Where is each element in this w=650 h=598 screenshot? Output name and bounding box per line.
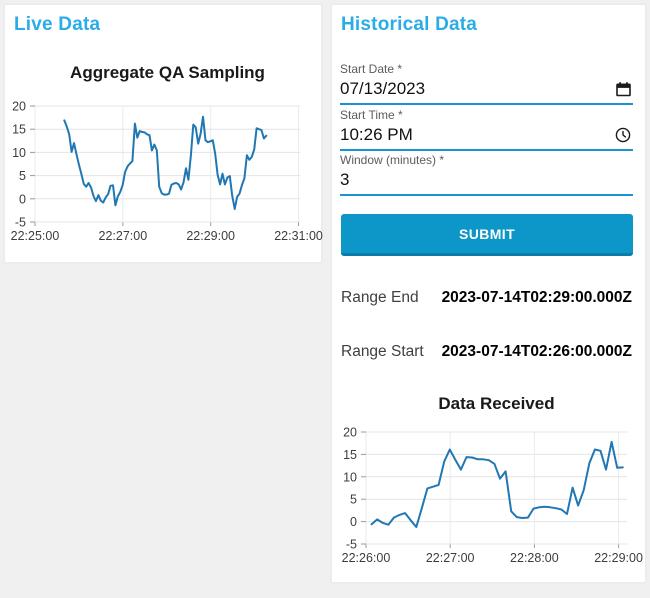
svg-text:22:29:00: 22:29:00 — [186, 229, 235, 243]
svg-text:10: 10 — [343, 470, 357, 484]
svg-text:22:31:00: 22:31:00 — [274, 229, 323, 243]
svg-text:5: 5 — [19, 169, 26, 183]
svg-text:20: 20 — [12, 100, 26, 114]
svg-text:22:25:00: 22:25:00 — [11, 229, 60, 243]
svg-text:-5: -5 — [346, 538, 357, 552]
svg-text:20: 20 — [343, 426, 357, 440]
svg-text:5: 5 — [350, 493, 357, 507]
dashboard: Live Data Aggregate QA Sampling 22:25:00… — [0, 0, 650, 598]
svg-text:15: 15 — [12, 123, 26, 137]
svg-text:22:27:00: 22:27:00 — [426, 551, 475, 565]
svg-text:22:27:00: 22:27:00 — [99, 229, 148, 243]
svg-text:15: 15 — [343, 448, 357, 462]
live-chart: 22:25:00 22:27:00 22:29:00 22:31:00 20 15 10 5 0… — [11, 100, 323, 244]
svg-text:10: 10 — [12, 146, 26, 160]
svg-text:0: 0 — [19, 192, 26, 206]
svg-text:0: 0 — [350, 515, 357, 529]
svg-text:22:26:00: 22:26:00 — [342, 551, 391, 565]
live-data-panel: Live Data Aggregate QA Sampling 22:25:00… — [4, 4, 323, 263]
historical-data-panel: Historical Data Start Date * Start Time … — [331, 4, 646, 583]
svg-text:22:28:00: 22:28:00 — [510, 551, 559, 565]
svg-text:-5: -5 — [15, 216, 26, 230]
svg-text:22:29:00: 22:29:00 — [594, 551, 643, 565]
received-chart: 22:26:00 22:27:00 22:28:00 22:29:00 20 15 10 5 0… — [342, 426, 643, 566]
